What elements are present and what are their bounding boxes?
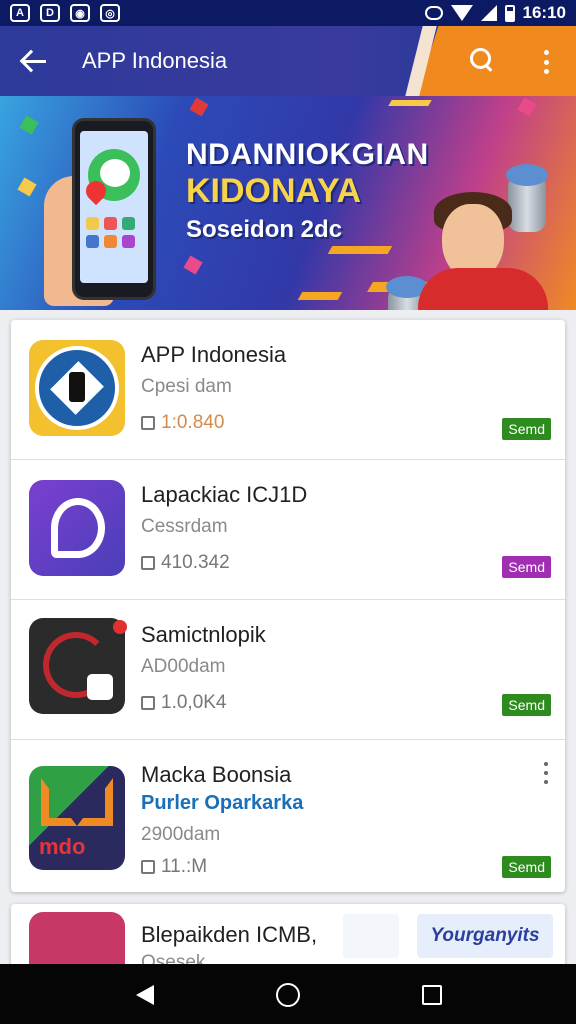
phone-illustration <box>72 118 156 300</box>
status-badge[interactable]: Semd <box>502 556 551 578</box>
compass-app-icon <box>29 340 125 436</box>
promo-tile[interactable]: Yourganyits <box>417 914 553 958</box>
page-title: APP Indonesia <box>82 48 228 73</box>
nav-recents-icon[interactable] <box>422 985 442 1005</box>
notification-dot <box>113 620 127 634</box>
letter-a-app-icon <box>29 618 125 714</box>
signal-icon <box>480 5 497 21</box>
download-icon <box>141 556 155 570</box>
item-more-icon[interactable] <box>541 762 551 784</box>
download-icon <box>141 860 155 874</box>
app-list: APP Indonesia Cpesi dam 1:0.840 Semd Lap… <box>11 320 565 892</box>
promo-banner[interactable]: NDANNIOKGIAN KIDONAYA Soseidon 2dc <box>0 96 576 310</box>
banner-headline: NDANNIOKGIAN <box>186 138 429 171</box>
list-item[interactable]: Lapackiac ICJ1D Cessrdam 410.342 Semd <box>11 460 565 600</box>
more-options-icon[interactable] <box>536 48 556 76</box>
back-arrow-icon[interactable] <box>20 47 48 75</box>
status-badge[interactable]: Semd <box>502 418 551 440</box>
wifi-icon <box>450 5 473 21</box>
banner-subheadline: KIDONAYA <box>186 172 362 210</box>
app-subtitle: AD00dam <box>141 656 226 677</box>
system-icons: 16:10 <box>424 3 566 23</box>
rocket-icon <box>343 914 399 958</box>
download-icon <box>141 416 155 430</box>
app-bar: APP Indonesia <box>0 26 576 96</box>
status-bar: A D ◉ ◎ 16:10 <box>0 0 576 26</box>
app-meta: 1.0,0K4 <box>141 692 227 714</box>
vibrate-icon <box>424 6 443 20</box>
notification-icon: A <box>10 4 30 22</box>
app-subtitle: Cpesi dam <box>141 376 232 397</box>
app-name: Lapackiac ICJ1D <box>141 482 308 507</box>
app-meta: 11.:M <box>141 856 207 878</box>
app-subtitle: Cessrdam <box>141 516 228 537</box>
microphone-icon <box>506 164 548 232</box>
character-body <box>418 268 548 310</box>
app-name: APP Indonesia <box>141 342 287 367</box>
system-nav-bar <box>0 964 576 1024</box>
download-count: 1.0,0K4 <box>161 692 227 713</box>
app-meta: 410.342 <box>141 552 230 574</box>
app-name: Samictnlopik <box>141 622 266 647</box>
list-item[interactable]: mdo Macka Boonsia Purler Oparkarka 2900d… <box>11 740 565 892</box>
status-badge[interactable]: Semd <box>502 856 551 878</box>
search-icon[interactable] <box>470 48 492 70</box>
battery-icon <box>504 4 515 22</box>
nav-home-icon[interactable] <box>276 983 300 1007</box>
list-item[interactable]: Samictnlopik AD00dam 1.0,0K4 Semd <box>11 600 565 740</box>
list-item[interactable]: APP Indonesia Cpesi dam 1:0.840 Semd <box>11 320 565 460</box>
app-meta: 1:0.840 <box>141 412 224 434</box>
app-name: Macka Boonsia <box>141 762 292 787</box>
nav-back-icon[interactable] <box>136 985 154 1005</box>
app-name: Blepaikden ICMB, <box>141 922 318 947</box>
notification-icon: ◎ <box>100 4 120 22</box>
status-badge[interactable]: Semd <box>502 694 551 716</box>
app-subtitle: 2900dam <box>141 824 221 845</box>
chat-app-icon <box>29 480 125 576</box>
download-icon <box>141 696 155 710</box>
banner-tagline: Soseidon 2dc <box>186 216 343 243</box>
download-count: 11.:M <box>161 856 208 877</box>
clock: 16:10 <box>522 3 566 22</box>
mdo-app-icon: mdo <box>29 766 125 870</box>
download-count: 1:0.840 <box>161 412 225 433</box>
notification-icon: D <box>40 4 60 22</box>
notification-icons: A D ◉ ◎ <box>10 4 120 22</box>
app-developer[interactable]: Purler Oparkarka <box>141 792 303 815</box>
download-count: 410.342 <box>161 552 230 573</box>
notification-icon: ◉ <box>70 4 90 22</box>
